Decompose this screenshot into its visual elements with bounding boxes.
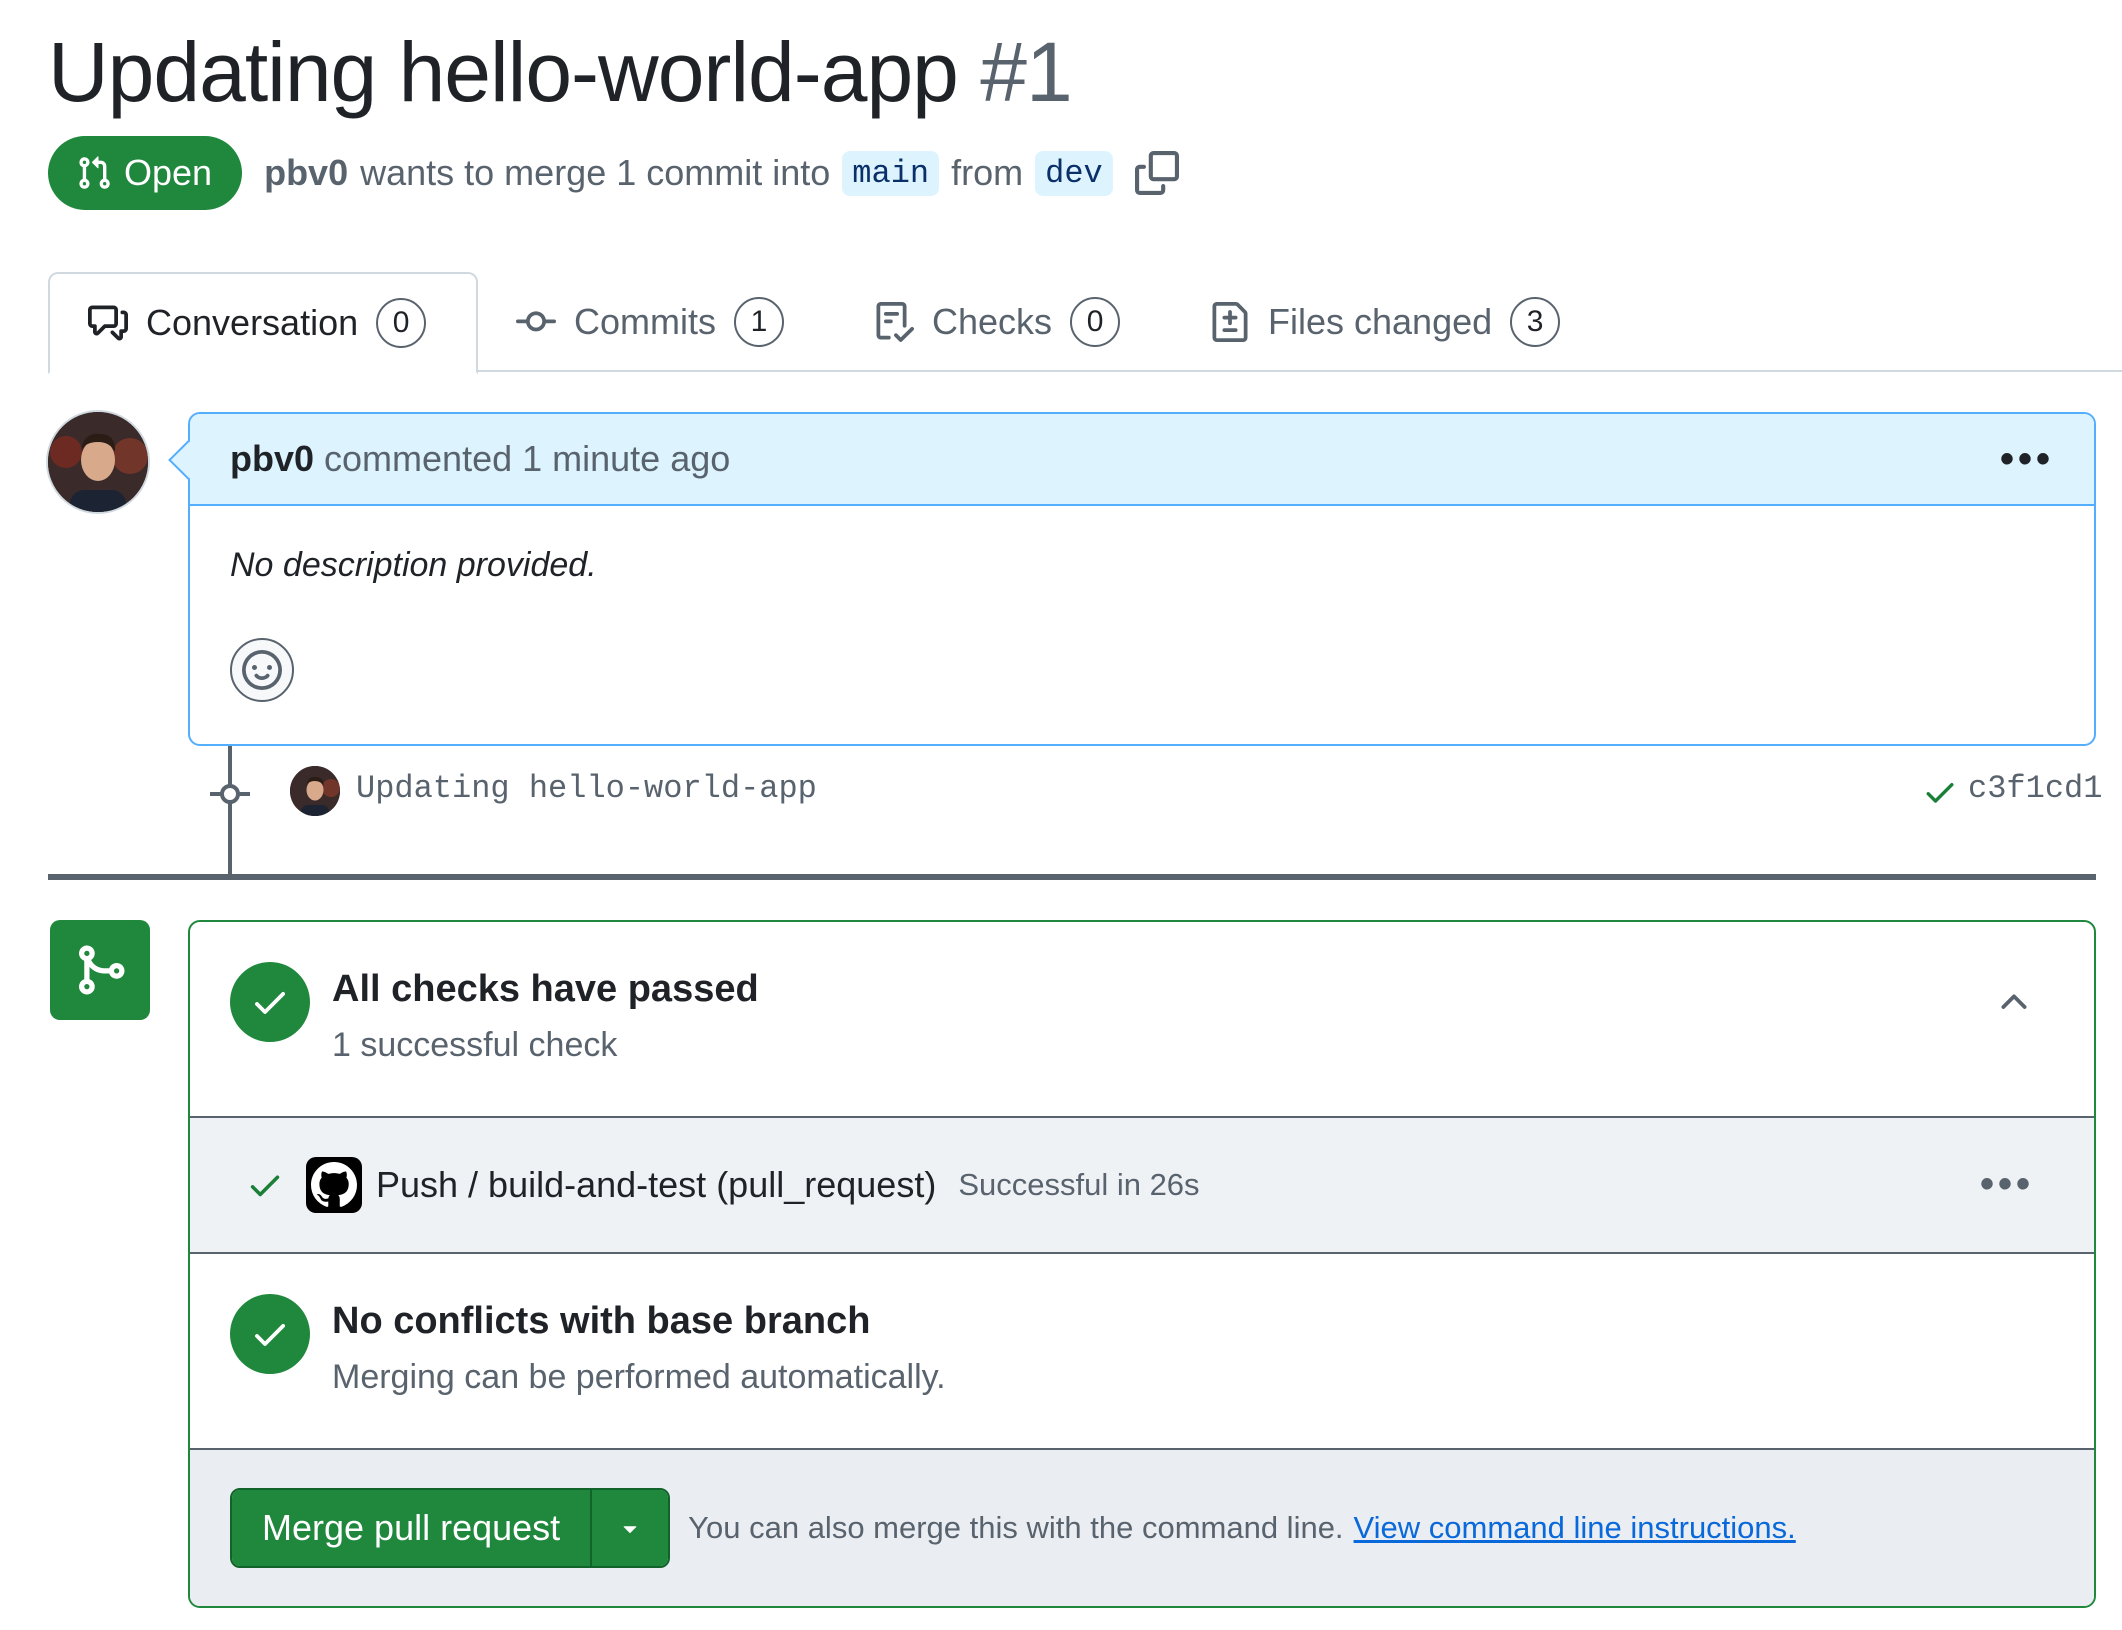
comment-discussion-icon <box>88 305 128 341</box>
check-icon[interactable] <box>1922 774 1958 810</box>
mark-github-icon <box>311 1162 357 1207</box>
no-conflicts-badge <box>230 1294 310 1374</box>
merge-method-dropdown[interactable] <box>592 1490 669 1566</box>
avatar-image <box>48 412 148 512</box>
triangle-down-icon <box>623 1526 637 1534</box>
git-commit-icon <box>516 311 556 332</box>
conflicts-title: No conflicts with base branch <box>332 1300 871 1342</box>
tab-conversation[interactable]: Conversation 0 <box>48 272 478 374</box>
checks-summary-section[interactable]: All checks have passed 1 successful chec… <box>190 922 2094 1118</box>
pr-number: #1 <box>980 25 1072 119</box>
merge-summary: pbv0 wants to merge 1 commit into main f… <box>264 150 1179 196</box>
comment-header: pbv0 commented 1 minute ago ••• <box>190 414 2094 506</box>
smiley-icon <box>242 650 282 690</box>
check-icon <box>250 1175 280 1197</box>
tab-commits[interactable]: Commits 1 <box>516 272 784 372</box>
tab-checks-count: 0 <box>1070 297 1121 347</box>
chevron-up-icon[interactable] <box>1994 982 2034 1022</box>
tab-files-changed-count: 3 <box>1510 297 1561 347</box>
tab-files-changed-label: Files changed <box>1268 301 1493 342</box>
comment-meta[interactable]: commented 1 minute ago <box>324 438 730 480</box>
command-line-hint: You can also merge this with the command… <box>688 1510 1344 1545</box>
git-pull-request-icon <box>79 156 110 189</box>
checks-passed-badge <box>230 962 310 1042</box>
merge-status-badge <box>50 920 150 1020</box>
add-reaction-button[interactable] <box>230 638 294 702</box>
merge-text-2: from <box>951 152 1024 193</box>
tab-commits-count: 1 <box>734 297 784 347</box>
merge-button-group: Merge pull request <box>230 1488 671 1568</box>
conflicts-section: No conflicts with base branch Merging ca… <box>190 1254 2094 1450</box>
checklist-icon <box>876 302 914 342</box>
commit-author-avatar[interactable] <box>290 766 340 816</box>
commit-avatar-image <box>290 766 340 816</box>
git-commit-node-icon <box>210 784 250 804</box>
comment-body: No description provided. <box>230 546 597 584</box>
checks-title: All checks have passed <box>332 968 759 1010</box>
tab-conversation-count: 0 <box>376 298 427 348</box>
pr-author-link[interactable]: pbv0 <box>264 152 348 194</box>
merge-pull-request-button[interactable]: Merge pull request <box>232 1490 593 1566</box>
tab-conversation-label: Conversation <box>146 302 359 343</box>
check-run-name: Push / build-and-test (pull_request) <box>376 1164 937 1205</box>
pr-title: Updating hello-world-app #1 <box>48 22 1073 122</box>
command-line-instructions-link[interactable]: View command line instructions. <box>1354 1510 1796 1546</box>
state-badge: Open <box>48 136 243 210</box>
merge-box: All checks have passed 1 successful chec… <box>188 920 2096 1608</box>
pr-state-row: Open pbv0 wants to merge 1 commit into m… <box>48 136 1179 210</box>
tab-commits-label: Commits <box>574 301 716 342</box>
file-diff-icon <box>1212 302 1248 342</box>
pr-title-text: Updating hello-world-app <box>48 25 959 119</box>
tab-files-changed[interactable]: Files changed 3 <box>1210 272 1561 372</box>
merge-actions: Merge pull request You can also merge th… <box>190 1450 2094 1606</box>
kebab-horizontal-icon[interactable]: ••• <box>1980 1162 2034 1207</box>
kebab-horizontal-icon[interactable]: ••• <box>2000 437 2054 482</box>
conflicts-subtitle: Merging can be performed automatically. <box>332 1358 946 1396</box>
comment-author-link[interactable]: pbv0 <box>230 438 314 480</box>
pr-tabs: Conversation 0 Commits 1 Checks 0 Files … <box>48 272 2122 374</box>
state-label: Open <box>124 152 213 193</box>
base-branch-link[interactable]: main <box>842 150 940 196</box>
timeline-divider <box>48 874 2096 880</box>
check-icon <box>255 992 285 1014</box>
commit-sha-link[interactable]: c3f1cd1 <box>1968 770 2102 807</box>
merge-text-1: wants to merge 1 commit into <box>360 152 831 193</box>
tab-checks-label: Checks <box>932 301 1053 342</box>
github-actions-logo <box>306 1157 362 1213</box>
check-run-status: Successful in 26s <box>958 1167 1200 1202</box>
tab-checks[interactable]: Checks 0 <box>874 272 1121 372</box>
checks-subtitle: 1 successful check <box>332 1026 618 1064</box>
copy-icon[interactable] <box>1134 151 1179 195</box>
comment-box: pbv0 commented 1 minute ago ••• No descr… <box>168 412 2096 746</box>
git-merge-icon <box>79 945 125 995</box>
avatar[interactable] <box>46 410 150 514</box>
timeline-line <box>228 744 232 876</box>
commit-message-link[interactable]: Updating hello-world-app <box>356 770 817 807</box>
head-branch-link[interactable]: dev <box>1035 150 1113 196</box>
check-icon <box>255 1324 285 1346</box>
check-run-row[interactable]: Push / build-and-test (pull_request) Suc… <box>190 1118 2094 1254</box>
